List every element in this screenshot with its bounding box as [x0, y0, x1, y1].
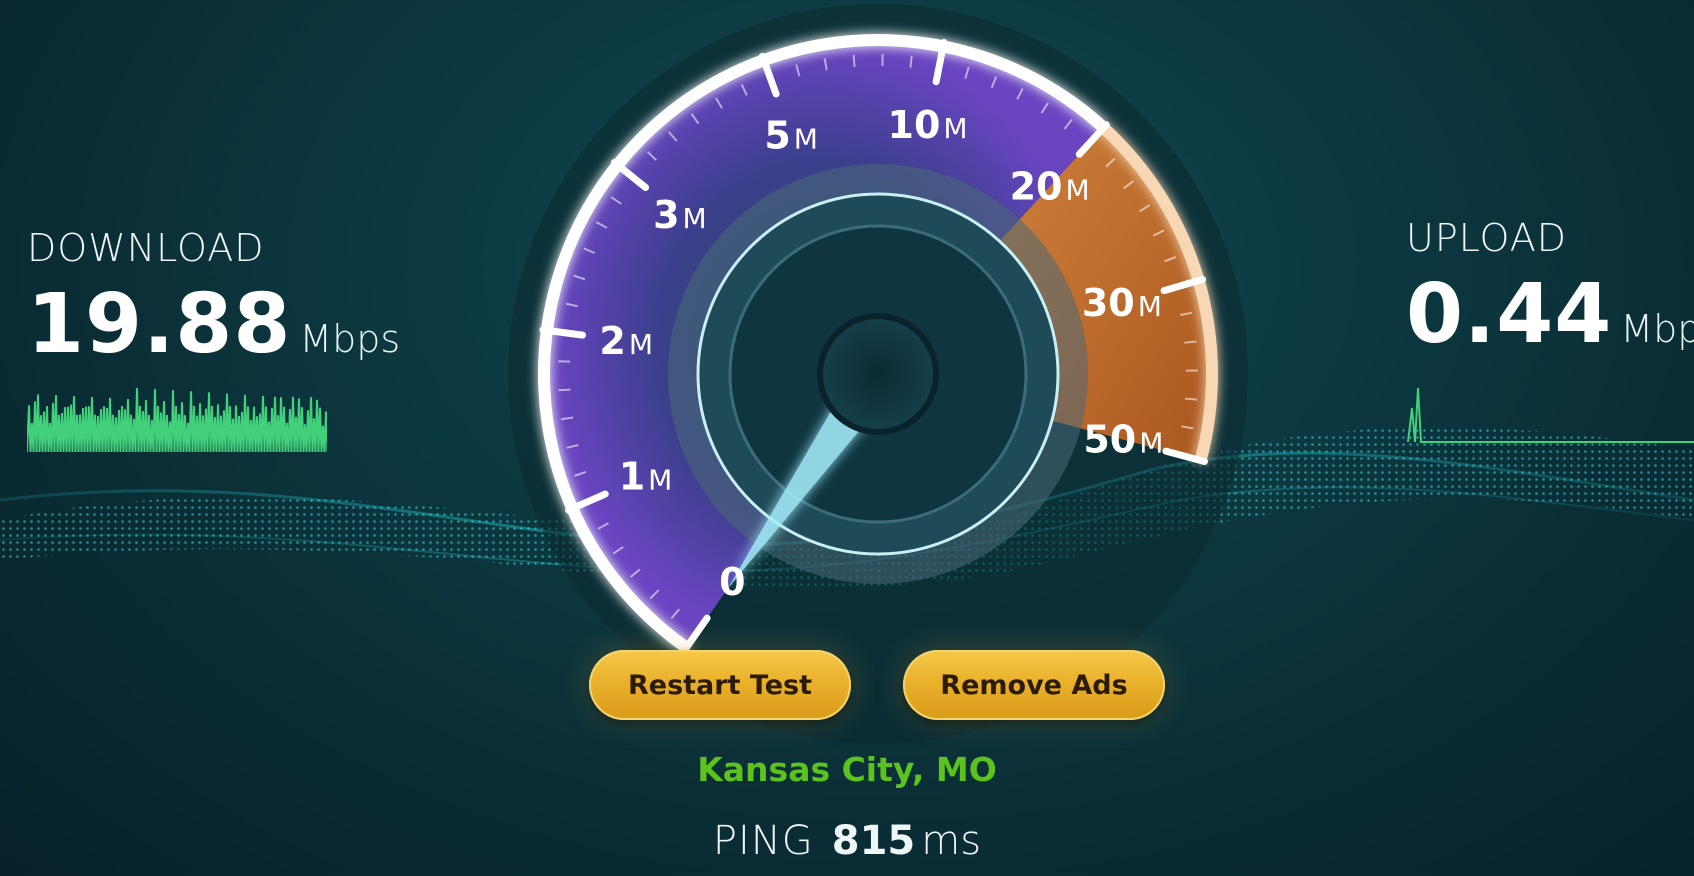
gauge-minor-tick — [558, 388, 571, 392]
ping-label: PING — [712, 818, 814, 864]
gauge-minor-tick — [1184, 340, 1197, 344]
restart-test-button[interactable]: Restart Test — [589, 650, 851, 720]
server-location[interactable]: Kansas City, MO — [0, 750, 1694, 789]
ping-value: 815 — [831, 818, 916, 864]
speed-gauge: 01 M2 M3 M5 M 10 M20 M30 M50 M — [508, 4, 1248, 744]
ping-readout: PING 815 ms — [0, 818, 1694, 864]
ping-unit: ms — [921, 818, 982, 864]
gauge-hub — [817, 313, 939, 435]
gauge-minor-tick — [852, 54, 856, 67]
remove-ads-button[interactable]: Remove Ads — [903, 650, 1165, 720]
gauge-minor-tick — [909, 55, 913, 68]
gauge-tick-label: 0 — [719, 560, 745, 604]
gauge-minor-tick — [1184, 397, 1198, 401]
